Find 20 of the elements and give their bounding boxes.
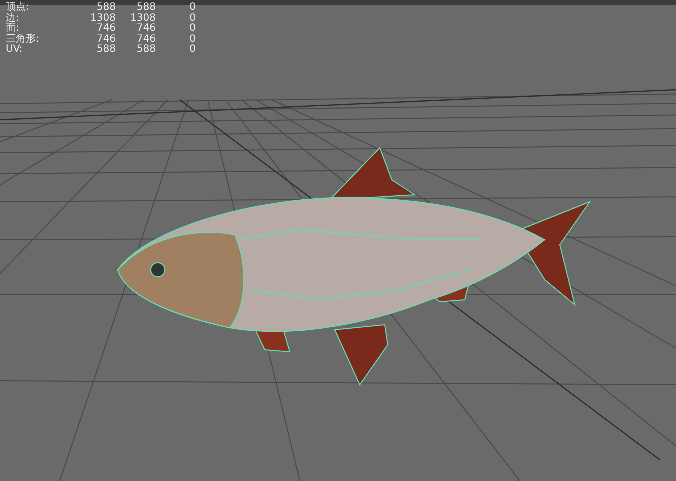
stat-value: 746 (96, 34, 116, 44)
stat-value: 0 (188, 45, 196, 56)
stat-value: 1308 (130, 14, 156, 24)
stat-value: 746 (136, 24, 156, 34)
stat-value: 588 (96, 3, 116, 14)
stat-value: 0 (188, 3, 196, 14)
stat-label: 三角形: (6, 34, 40, 44)
stat-value: 746 (136, 34, 156, 44)
stat-value: 0 (188, 24, 196, 34)
stat-value: 588 (136, 3, 156, 14)
stat-value: 0 (188, 14, 196, 24)
stat-label: 面: (6, 24, 20, 34)
stat-value: 588 (96, 45, 116, 56)
stat-value: 588 (136, 45, 156, 56)
stat-value: 0 (188, 34, 196, 44)
stat-value: 1308 (90, 14, 116, 24)
stat-value: 746 (96, 24, 116, 34)
stat-label: 顶点: (6, 3, 30, 13)
stat-label: 边: (6, 14, 20, 24)
stat-label: UV: (6, 45, 24, 56)
